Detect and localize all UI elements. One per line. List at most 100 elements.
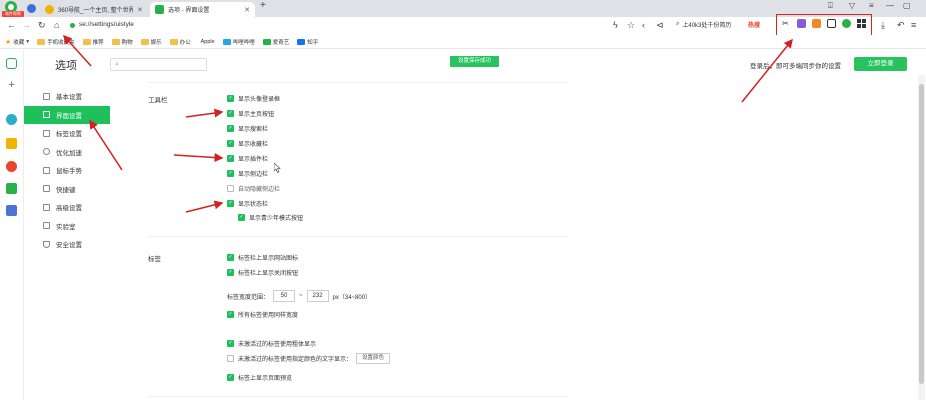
checkbox-icon: ✓ [227, 340, 234, 347]
maximize-icon[interactable]: ▢ [903, 1, 911, 10]
tab-360-home[interactable]: 360导航_一个主页, 整个世界 ✕ [40, 2, 148, 17]
window-icon[interactable] [827, 19, 836, 28]
close-icon[interactable]: ✕ [244, 6, 250, 14]
checkbox-show-sidebar[interactable]: ✓ 显示侧边栏 [227, 169, 268, 178]
hot-search[interactable]: 热搜 [748, 20, 760, 29]
checkbox-unvisited-bold[interactable]: ✓ 未激活过的标签使用粗体显示 [227, 339, 316, 348]
app-blue-icon[interactable] [6, 205, 17, 216]
new-tab-button[interactable]: + [260, 0, 266, 11]
download-small-icon[interactable]: ⍗ [828, 1, 833, 11]
more-menu-icon[interactable]: ≡ [911, 19, 916, 31]
nav-item-shortcuts[interactable]: 快捷键 [24, 180, 110, 199]
checkbox-same-width[interactable]: ✓ 所有标签使用同样宽度 [227, 310, 298, 319]
refresh-icon[interactable]: ↻ [38, 19, 46, 31]
bookmark-apple[interactable]: Apple [199, 39, 215, 45]
set-color-button[interactable]: 设置颜色 [356, 353, 391, 364]
checkbox-show-close-button[interactable]: ✓ 标签栏上显示关闭按钮 [227, 268, 298, 277]
home-icon[interactable]: ⌂ [54, 19, 59, 31]
checkbox-auto-hide-sidebar[interactable]: 自动隐藏侧边栏 [227, 184, 280, 193]
forward-icon[interactable]: → [22, 19, 31, 31]
apps-grid-icon[interactable] [857, 19, 866, 28]
shield-icon[interactable] [27, 4, 36, 13]
login-button[interactable]: 立即登录 [854, 57, 907, 71]
nav-item-basic[interactable]: 基本设置 [24, 87, 110, 106]
bookmark-bilibili[interactable]: 哔哩哔哩 [222, 38, 255, 46]
interface-icon [43, 111, 50, 119]
bookmark-folder[interactable]: 办公 [169, 38, 191, 46]
lab-icon [43, 222, 50, 230]
favorites-app-icon[interactable] [6, 138, 17, 149]
bookmark-folder[interactable]: 购物 [111, 38, 133, 46]
weibo-icon[interactable] [6, 161, 17, 172]
bilibili-icon [222, 38, 231, 45]
section-label-toolbar: 工具栏 [148, 97, 168, 104]
page-title: 选项 [55, 60, 77, 72]
bookmark-favorites[interactable]: ★ 收藏 ▾ [5, 38, 29, 46]
nav-item-tabs[interactable]: 标签设置 [24, 124, 110, 143]
search-icon: ⌕ [676, 21, 680, 27]
checkbox-show-favorites-bar[interactable]: ✓ 显示收藏栏 [227, 139, 268, 148]
checkbox-show-teen-mode-button[interactable]: ✓ 显示青少年模式按钮 [238, 213, 303, 222]
search-box[interactable]: ⌕ 上40k3处千份简历 [676, 20, 731, 29]
home-app-icon[interactable] [6, 58, 17, 69]
menu-icon[interactable]: ≡ [869, 1, 874, 10]
tab-title: 360导航_一个主页, 整个世界 [58, 8, 134, 14]
bookmark-folder[interactable]: 手机收藏夹 [37, 38, 75, 46]
scissors-icon[interactable]: ✂ [782, 19, 791, 28]
minimize-icon[interactable]: — [886, 1, 894, 10]
favicon-icon [155, 5, 164, 14]
tab-width-label: 标签宽度范围： [227, 294, 270, 301]
tab-width-max-input[interactable]: 232 [306, 290, 329, 302]
unvisited-color-row: 未激活过的标签使用指定颜色的文字显示： 设置颜色 [227, 353, 391, 364]
advanced-icon [43, 203, 50, 211]
nav-item-lab[interactable]: 实验室 [24, 217, 110, 236]
tab-width-min-input[interactable]: 50 [273, 290, 296, 302]
undo-icon[interactable]: ↶ [897, 19, 905, 31]
bookmark-zhihu[interactable]: 知乎 [297, 38, 318, 46]
keyboard-icon [43, 185, 50, 193]
checkbox-show-status-bar[interactable]: ✓ 显示状态栏 [227, 199, 268, 208]
bookmark-star-icon[interactable]: ☆ [627, 19, 635, 31]
app-green-icon[interactable] [6, 183, 17, 194]
close-icon[interactable]: ✕ [137, 6, 143, 14]
checkbox-show-extensions-bar[interactable]: ✓ 显示插件栏 [227, 154, 268, 163]
nav-item-security[interactable]: 安全设置 [24, 235, 110, 254]
checkbox-icon: ✓ [238, 214, 245, 221]
bookmark-folder[interactable]: 推荐 [82, 38, 104, 46]
back-icon[interactable]: ← [7, 19, 16, 31]
extension-green-icon[interactable] [842, 19, 851, 28]
lightning-icon[interactable]: ϟ [613, 19, 618, 31]
extension-purple-icon[interactable] [797, 19, 806, 28]
nav-item-mouse-gesture[interactable]: 鼠标手势 [24, 161, 110, 180]
checkbox-show-search-bar[interactable]: ✓ 显示搜索栏 [227, 124, 268, 133]
checkbox-icon: ✓ [227, 95, 234, 102]
search-text: 上40k3处千份简历 [682, 23, 732, 29]
checkbox-show-page-preview[interactable]: ✓ 标签上显示页面预览 [227, 373, 292, 382]
add-icon[interactable]: + [6, 80, 17, 91]
share-icon[interactable]: ⊲ [656, 19, 664, 31]
checkbox-show-avatar-login[interactable]: ✓ 显示头像登录框 [227, 94, 280, 103]
extension-orange-icon[interactable] [812, 19, 821, 28]
skin-icon[interactable]: ▽ [849, 1, 855, 10]
arrow-to-extensions [741, 38, 793, 103]
checkbox-unvisited-color[interactable]: 未激活过的标签使用指定颜色的文字显示： [227, 354, 352, 363]
browser-logo[interactable]: 软件帮帮 [2, 1, 24, 17]
scrollbar-thumb[interactable] [919, 84, 924, 384]
tab-settings[interactable]: 选项 - 界面设置 ✕ [150, 2, 255, 17]
chevron-down-icon: ▾ [26, 38, 30, 45]
secure-icon [70, 22, 75, 28]
chevron-left-icon[interactable]: ‹ [642, 19, 645, 31]
bookmark-folder[interactable]: 娱乐 [140, 38, 162, 46]
nav-item-interface[interactable]: 界面设置 [24, 105, 110, 124]
checkbox-icon: ✓ [227, 254, 234, 261]
checkbox-show-home-button[interactable]: ✓ 显示主页按钮 [227, 109, 274, 118]
app-teal-icon[interactable] [6, 114, 17, 125]
section-label-tabs: 标签 [148, 256, 161, 263]
checkbox-show-site-icon[interactable]: ✓ 标签栏上显示网站图标 [227, 253, 298, 262]
nav-item-optimize[interactable]: 优化加速 [24, 143, 110, 162]
download-icon[interactable]: ⤓ [881, 19, 885, 31]
nav-item-advanced[interactable]: 高级设置 [24, 198, 110, 217]
bookmark-iqiyi[interactable]: 爱奇艺 [262, 38, 289, 46]
settings-search-input[interactable]: ⌕ [110, 58, 207, 71]
address-bar[interactable]: se://settings/uistyle [70, 19, 610, 31]
